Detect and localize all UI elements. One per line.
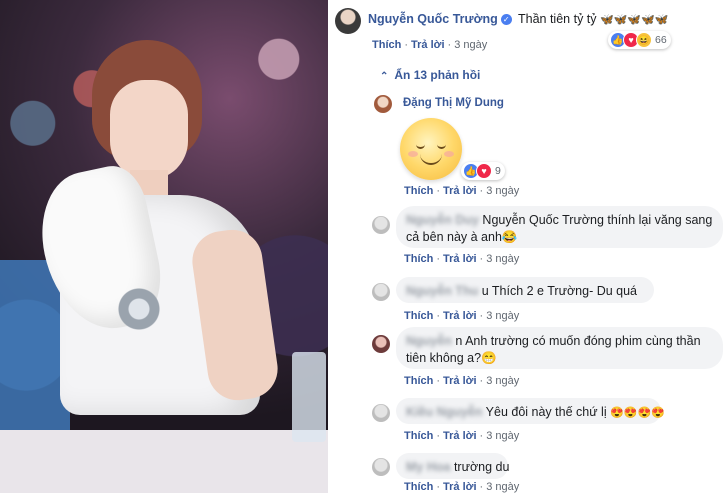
timestamp: 3 ngày: [486, 310, 520, 322]
reply-link[interactable]: Trả lời: [443, 481, 477, 493]
love-react-icon: ♥: [476, 163, 492, 179]
timestamp: 3 ngày: [486, 253, 520, 265]
reply-link[interactable]: Trả lời: [443, 253, 477, 265]
verified-icon: ✓: [500, 14, 512, 26]
comment-thread: Nguyễn Quốc Trường ✓ Thần tiên tỷ tỷ 🦋🦋🦋🦋…: [328, 0, 725, 493]
hide-replies-link[interactable]: ⌃ Ẩn 13 phản hồi: [380, 68, 480, 82]
butterfly-emoji: 🦋🦋🦋🦋🦋: [600, 14, 669, 26]
reaction-count: 66: [655, 34, 667, 46]
reaction-summary[interactable]: 👍 ♥ 😆 66: [608, 31, 671, 49]
post-photo[interactable]: [0, 0, 328, 493]
avatar[interactable]: [372, 458, 390, 476]
like-link[interactable]: Thích: [404, 481, 433, 493]
collapse-icon: ⌃: [380, 71, 389, 82]
sticker-cheek: [408, 151, 418, 157]
reply-actions: Thích · Trả lời · 3 ngày: [404, 481, 520, 493]
comment-author[interactable]: Nguyễn Quốc Trường: [368, 12, 498, 26]
sticker-cheek: [444, 151, 454, 157]
avatar[interactable]: [372, 216, 390, 234]
reply-actions: Thích · Trả lời · 3 ngày: [404, 430, 520, 442]
reply-author-blurred: Nguyễn Duy: [406, 213, 479, 227]
glass-cup: [292, 352, 326, 442]
reply-link[interactable]: Trả lời: [411, 39, 445, 51]
sticker-eye: [416, 143, 425, 149]
reply-author-blurred: Nguyễn Thu: [406, 284, 479, 298]
like-link[interactable]: Thích: [404, 375, 433, 387]
sticker-eye: [437, 143, 446, 149]
hide-replies-label: Ẩn 13 phản hồi: [394, 68, 481, 82]
reply-text: u Thích 2 e Trường- Du quá: [481, 284, 638, 298]
reply-bubble: Nguyễn Duy Nguyễn Quốc Trường thính lại …: [396, 206, 723, 248]
face: [110, 80, 188, 180]
timestamp: 3 ngày: [454, 39, 488, 51]
smiley-sticker: [400, 118, 462, 180]
avatar[interactable]: [335, 8, 361, 34]
reply-actions: Thích · Trả lời · 3 ngày: [404, 253, 520, 265]
like-link[interactable]: Thích: [372, 39, 401, 51]
comment-main: Nguyễn Quốc Trường ✓ Thần tiên tỷ tỷ 🦋🦋🦋🦋…: [368, 12, 668, 26]
avatar[interactable]: [374, 95, 392, 113]
reply-author-blurred: My Hoa: [406, 460, 451, 474]
comment-text: Thần tiên tỷ tỷ: [518, 12, 597, 26]
reply-text: trường du: [453, 460, 510, 474]
avatar[interactable]: [372, 404, 390, 422]
reply-link[interactable]: Trả lời: [443, 310, 477, 322]
brooch: [110, 280, 168, 338]
reply-bubble: Kiều Nguyễn Yêu đôi này thế chứ lị 😍😍😍😍: [396, 398, 665, 424]
reply-bubble: Nguyễn Thu u Thích 2 e Trường- Du quá: [396, 277, 654, 303]
like-link[interactable]: Thích: [404, 253, 433, 265]
like-link[interactable]: Thích: [404, 430, 433, 442]
timestamp: 3 ngày: [486, 185, 520, 197]
timestamp: 3 ngày: [486, 481, 520, 493]
comment-actions: Thích · Trả lời · 3 ngày: [372, 39, 488, 51]
reply-author[interactable]: Đặng Thị Mỹ Dung: [403, 97, 504, 109]
reply-link[interactable]: Trả lời: [443, 185, 477, 197]
avatar[interactable]: [372, 283, 390, 301]
reply-actions: Thích · Trả lời · 3 ngày: [404, 185, 520, 197]
reply-link[interactable]: Trả lời: [443, 375, 477, 387]
reply-bubble: My Hoa trường du: [396, 453, 510, 479]
heart-eyes-emoji: 😍😍😍😍: [610, 407, 665, 419]
reaction-summary[interactable]: 👍 ♥ 9: [461, 162, 505, 180]
sticker-mouth: [420, 153, 442, 165]
reply-actions: Thích · Trả lời · 3 ngày: [404, 310, 520, 322]
table: [0, 430, 328, 493]
reply-author-blurred: Nguyễn: [406, 334, 452, 348]
timestamp: 3 ngày: [486, 375, 520, 387]
reply-bubble: Nguyễn n Anh trường có muốn đóng phim cù…: [396, 327, 723, 369]
avatar[interactable]: [372, 335, 390, 353]
reply-text: Yêu đôi này thế chứ lị: [485, 405, 607, 419]
reply-author-blurred: Kiều Nguyễn: [406, 405, 483, 419]
reply-actions: Thích · Trả lời · 3 ngày: [404, 375, 520, 387]
timestamp: 3 ngày: [486, 430, 520, 442]
like-link[interactable]: Thích: [404, 185, 433, 197]
like-link[interactable]: Thích: [404, 310, 433, 322]
reaction-count: 9: [495, 165, 501, 177]
haha-react-icon: 😆: [636, 32, 652, 48]
reply-link[interactable]: Trả lời: [443, 430, 477, 442]
